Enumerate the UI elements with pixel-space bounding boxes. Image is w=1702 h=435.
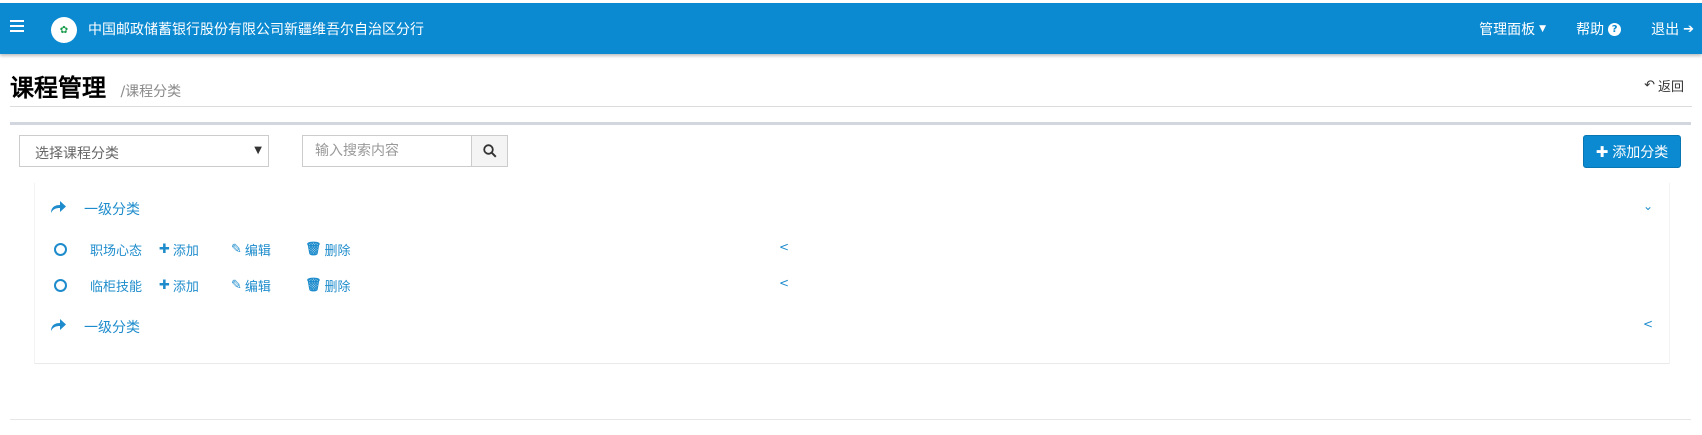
back-link[interactable]: ↶ 返回 [1644, 76, 1684, 95]
delete-action-label: 删除 [324, 244, 351, 259]
category-row[interactable]: 一级分类 ⌄ [35, 193, 1669, 223]
add-action-label: 添加 [172, 244, 199, 259]
search-button[interactable] [471, 135, 508, 167]
header-divider [10, 106, 1692, 107]
reply-icon: ↶ [1644, 78, 1655, 93]
top-nav: 管理面板 ▼ 帮助 ? 退出 ➔ [1479, 19, 1694, 39]
edit-icon: ✎ [231, 278, 242, 293]
dashboard-menu-label: 管理面板 [1479, 22, 1536, 38]
back-label: 返回 [1657, 80, 1684, 95]
logout-link[interactable]: 退出 ➔ [1651, 19, 1694, 39]
chevron-left-icon[interactable]: < [1643, 317, 1653, 331]
breadcrumb: /课程分类 [120, 84, 182, 100]
edit-icon: ✎ [231, 242, 242, 257]
dashboard-menu[interactable]: 管理面板 ▼ [1479, 19, 1546, 39]
add-category-button[interactable]: ✚ 添加分类 [1583, 135, 1681, 168]
circle-icon [54, 279, 67, 292]
trash-icon: 🗑 [305, 278, 322, 293]
plus-icon: ✚ [1595, 142, 1609, 161]
top-navbar: ✿ 中国邮政储蓄银行股份有限公司新疆维吾尔自治区分行 管理面板 ▼ 帮助 ? 退… [0, 3, 1702, 54]
delete-action-label: 删除 [324, 280, 351, 295]
plus-icon: ✚ [159, 242, 170, 257]
page-header: 课程管理 /课程分类 ↶ 返回 [10, 68, 1692, 103]
category-tree: 一级分类 ⌄ 职场心态 ✚ 添加 ✎ 编辑 🗑 删除 < 临柜技能 ✚ 添加 ✎… [34, 183, 1670, 364]
category-label: 一级分类 [84, 202, 140, 218]
category-label: 一级分类 [84, 320, 140, 336]
caret-down-icon: ▼ [1539, 24, 1547, 34]
brand-name: 中国邮政储蓄银行股份有限公司新疆维吾尔自治区分行 [88, 22, 424, 38]
edit-action-label: 编辑 [244, 244, 271, 259]
brand-logo: ✿ [51, 17, 77, 43]
category-select-value: 选择课程分类 [35, 146, 119, 162]
add-action-label: 添加 [172, 280, 199, 295]
plus-icon: ✚ [159, 278, 170, 293]
question-circle-icon: ? [1608, 22, 1622, 36]
search-icon [482, 144, 497, 158]
circle-icon [54, 243, 67, 256]
select-arrow-icon: ▼ [254, 145, 262, 156]
edit-action[interactable]: ✎ 编辑 [231, 240, 271, 259]
chevron-left-icon[interactable]: < [779, 240, 789, 254]
add-action[interactable]: ✚ 添加 [159, 276, 199, 295]
add-action[interactable]: ✚ 添加 [159, 240, 199, 259]
logout-label: 退出 [1651, 22, 1680, 38]
category-row[interactable]: 一级分类 < [35, 311, 1669, 341]
delete-action[interactable]: 🗑 删除 [305, 240, 351, 259]
chevron-left-icon[interactable]: < [779, 276, 789, 290]
subcategory-name: 临柜技能 [90, 280, 143, 295]
category-select[interactable]: 选择课程分类 ▼ [19, 135, 269, 167]
page-title: 课程管理 [10, 74, 106, 102]
subcategory-name: 职场心态 [90, 244, 143, 259]
add-category-label: 添加分类 [1612, 144, 1669, 161]
subcategory-row: 职场心态 ✚ 添加 ✎ 编辑 🗑 删除 < [35, 236, 1669, 264]
subcategory-row: 临柜技能 ✚ 添加 ✎ 编辑 🗑 删除 < [35, 272, 1669, 300]
edit-action-label: 编辑 [244, 280, 271, 295]
sign-out-icon: ➔ [1683, 21, 1694, 37]
help-label: 帮助 [1576, 22, 1605, 38]
delete-action[interactable]: 🗑 删除 [305, 276, 351, 295]
category-panel: 选择课程分类 ▼ ✚ 添加分类 一级分类 ⌄ 职场心态 ✚ 添加 [10, 122, 1691, 420]
edit-action[interactable]: ✎ 编辑 [231, 276, 271, 295]
share-icon [51, 201, 66, 213]
hamburger-icon[interactable] [10, 20, 24, 34]
help-link[interactable]: 帮助 ? [1576, 19, 1622, 39]
share-icon [51, 319, 66, 331]
chevron-down-icon[interactable]: ⌄ [1643, 199, 1653, 213]
search-input[interactable] [302, 135, 472, 167]
trash-icon: 🗑 [305, 242, 322, 257]
